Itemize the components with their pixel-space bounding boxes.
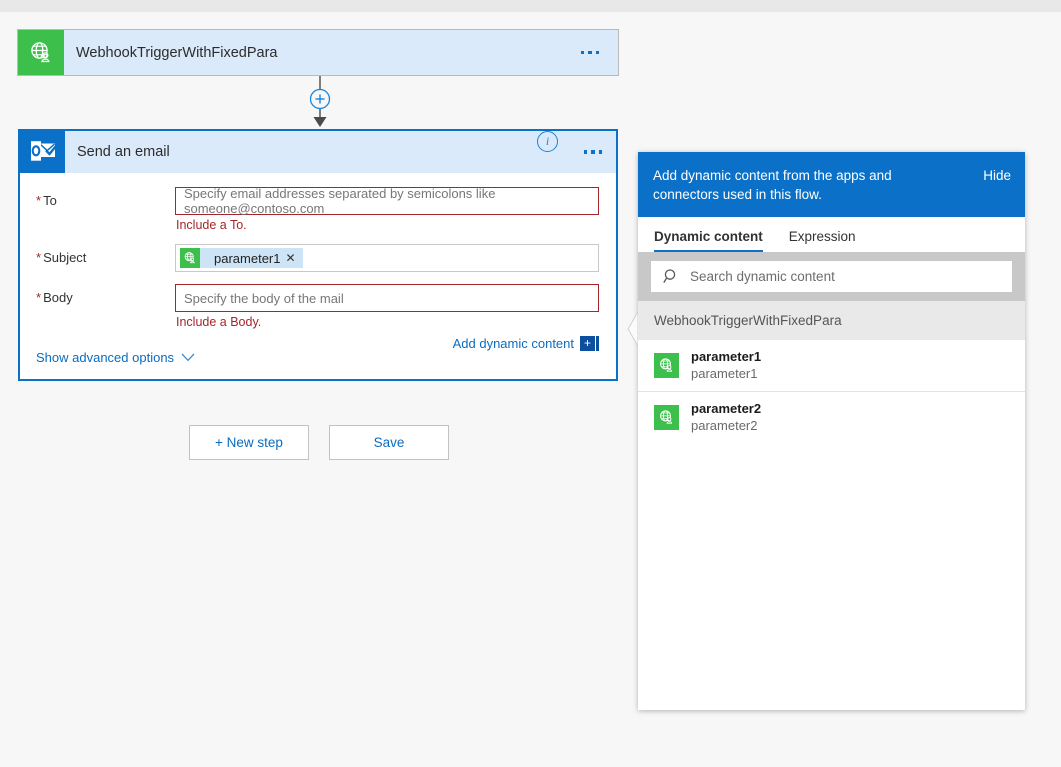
action-more-menu-button[interactable] [570, 131, 616, 173]
trigger-card[interactable]: WebhookTriggerWithFixedPara [17, 29, 619, 76]
field-label-subject: * Subject [36, 250, 87, 265]
flow-connector [296, 76, 344, 129]
action-card-header[interactable]: Send an email i [20, 131, 616, 173]
search-area: Search dynamic content [638, 252, 1025, 301]
dot [588, 50, 592, 55]
show-advanced-options-toggle[interactable]: Show advanced options [36, 350, 195, 365]
tab-dynamic-content[interactable]: Dynamic content [654, 229, 763, 252]
outlook-icon [20, 131, 65, 173]
plus-bar-decoration [596, 336, 599, 351]
list-item[interactable]: parameter2 parameter2 [638, 392, 1025, 443]
subject-input[interactable]: parameter1 ✕ [175, 244, 599, 272]
top-chrome-strip [0, 0, 1061, 12]
action-card-body: * To Specify email addresses separated by… [20, 173, 616, 379]
webhook-globe-icon [654, 353, 679, 378]
required-asterisk: * [36, 250, 42, 265]
field-row-body: * Body Specify the body of the mail Inclu… [20, 284, 616, 329]
field-label-to: * To [36, 193, 57, 208]
list-item-subtitle: parameter1 [691, 366, 758, 381]
add-dynamic-content-row: Add dynamic content + [20, 336, 616, 351]
show-advanced-options-label: Show advanced options [36, 350, 175, 365]
save-button[interactable]: Save [329, 425, 449, 460]
action-title: Send an email [77, 144, 170, 160]
field-row-subject: * Subject parameter1 ✕ [20, 244, 616, 272]
dot [598, 150, 603, 154]
dynamic-token-parameter1[interactable]: parameter1 ✕ [180, 248, 303, 268]
token-label: parameter1 [214, 250, 281, 266]
trigger-more-menu-button[interactable] [562, 30, 618, 75]
body-input[interactable]: Specify the body of the mail [175, 284, 599, 312]
list-item-title: parameter1 [691, 349, 762, 364]
tab-expression[interactable]: Expression [789, 229, 856, 252]
field-label-body: * Body [36, 290, 73, 305]
search-icon [663, 269, 676, 283]
panel-collapse-handle[interactable] [627, 310, 639, 348]
banner-text: Add dynamic content from the apps and co… [653, 168, 892, 202]
dynamic-content-group-header: WebhookTriggerWithFixedPara [638, 301, 1025, 340]
dot [580, 50, 585, 55]
close-icon[interactable]: ✕ [285, 251, 302, 265]
flow-designer-canvas: WebhookTriggerWithFixedPara Send an emai… [0, 12, 1061, 767]
body-placeholder: Specify the body of the mail [184, 290, 344, 306]
to-placeholder: Specify email addresses separated by sem… [184, 186, 496, 216]
search-placeholder: Search dynamic content [690, 269, 835, 284]
to-error-message: Include a To. [176, 218, 247, 232]
required-asterisk: * [36, 290, 42, 305]
webhook-globe-icon [654, 405, 679, 430]
list-item[interactable]: parameter1 parameter1 [638, 340, 1025, 392]
trigger-title: WebhookTriggerWithFixedPara [76, 44, 278, 61]
dynamic-panel-tabs: Dynamic content Expression [638, 217, 1025, 252]
chevron-down-icon [181, 353, 195, 362]
dot [583, 150, 588, 154]
dot [595, 50, 600, 55]
add-dynamic-content-link[interactable]: Add dynamic content [453, 336, 574, 351]
to-input[interactable]: Specify email addresses separated by sem… [175, 186, 599, 216]
list-item-subtitle: parameter2 [691, 418, 758, 433]
list-item-title: parameter2 [691, 401, 762, 416]
search-input[interactable]: Search dynamic content [651, 261, 1012, 292]
hide-panel-button[interactable]: Hide [977, 166, 1011, 185]
dynamic-content-banner: Add dynamic content from the apps and co… [638, 152, 1025, 217]
field-row-to: * To Specify email addresses separated by… [20, 186, 616, 232]
action-card-send-an-email: Send an email i * To Specify email addres… [18, 129, 618, 381]
dynamic-content-panel: Add dynamic content from the apps and co… [627, 152, 1025, 710]
new-step-button[interactable]: + New step [189, 425, 309, 460]
required-asterisk: * [36, 193, 42, 208]
dot [591, 150, 595, 154]
webhook-globe-icon [18, 30, 64, 75]
info-icon[interactable]: i [537, 131, 558, 152]
webhook-globe-icon [180, 248, 200, 268]
body-error-message: Include a Body. [176, 315, 262, 329]
plus-icon[interactable]: + [580, 336, 595, 351]
